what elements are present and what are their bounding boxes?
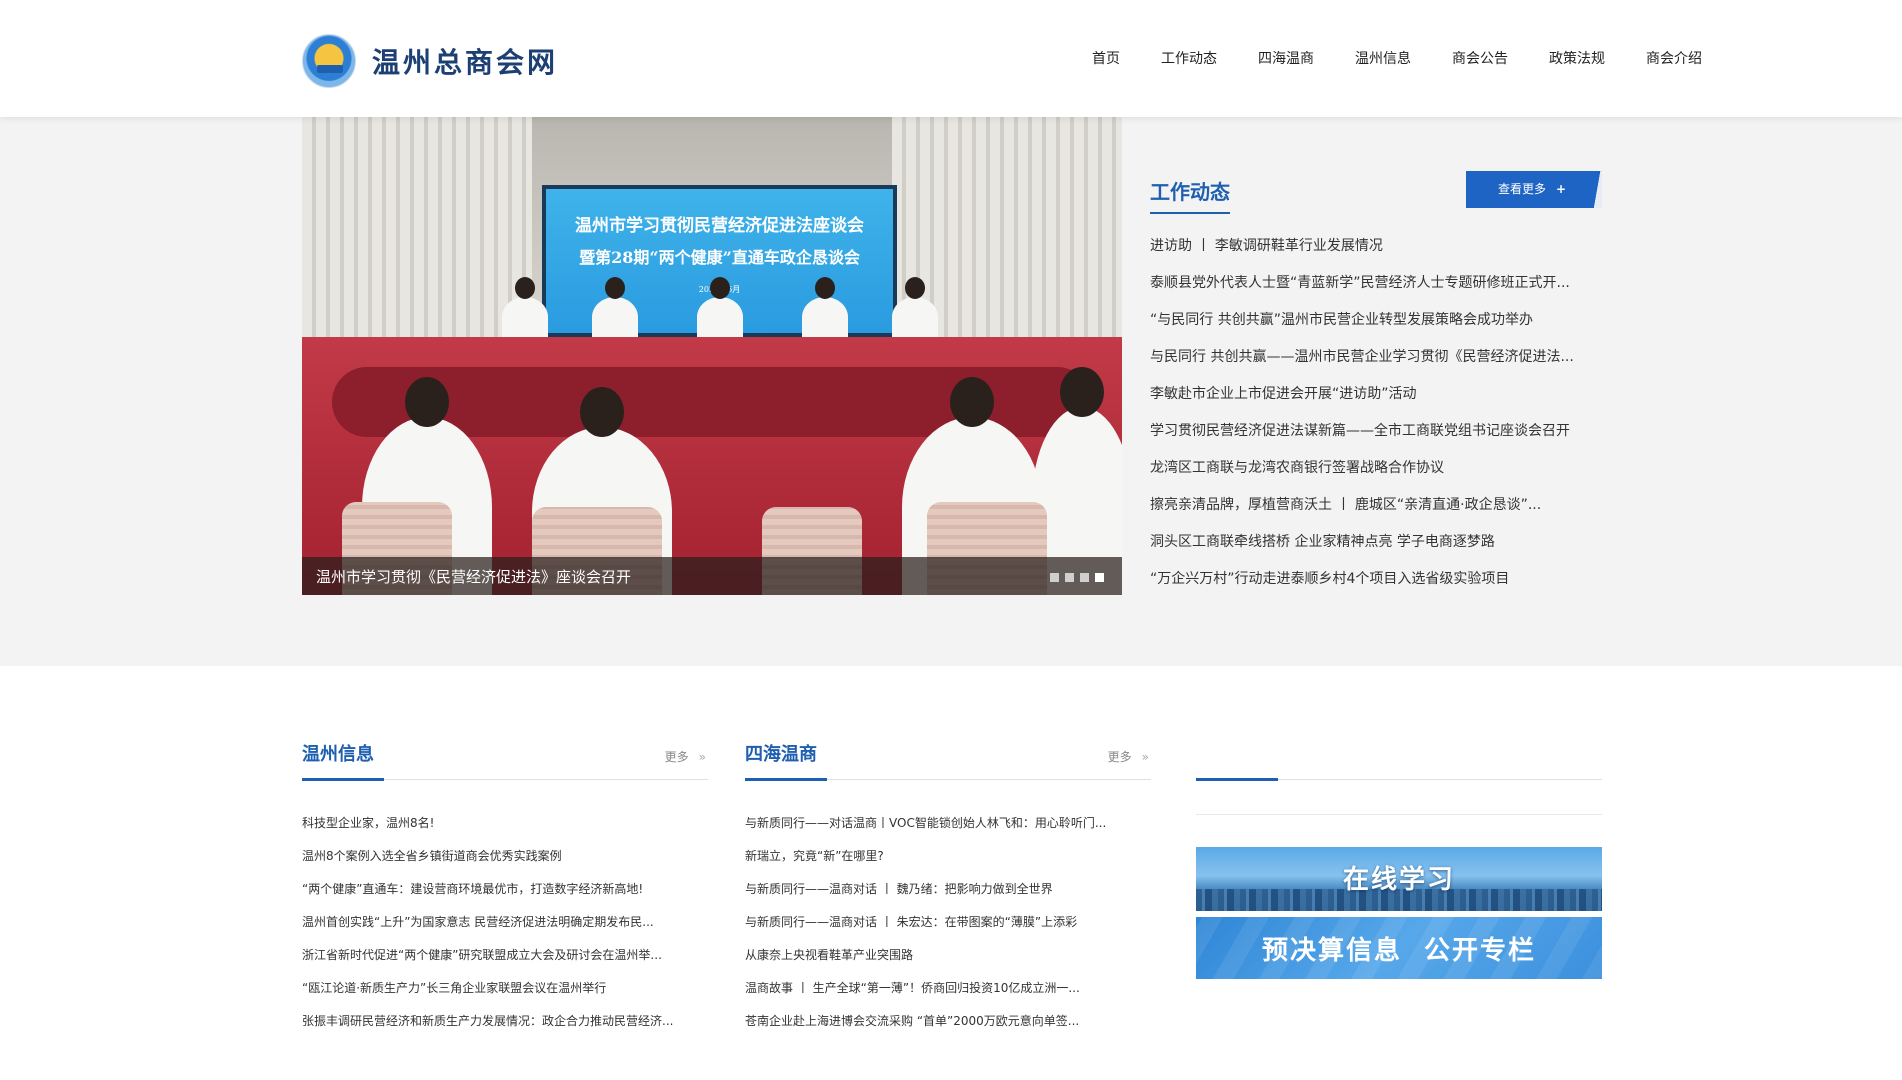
- work-news-title-underline: [1150, 212, 1230, 214]
- plus-icon: +: [1556, 182, 1567, 196]
- list-item[interactable]: 与新质同行——温商对话 丨 魏乃绪：把影响力做到全世界: [745, 880, 1151, 913]
- nav-policies[interactable]: 政策法规: [1549, 48, 1605, 68]
- list-item[interactable]: “两个健康”直通车：建设营商环境最优市，打造数字经济新高地!: [302, 880, 708, 913]
- sihai-title[interactable]: 四海温商: [745, 740, 817, 766]
- list-item[interactable]: 与民同行 共创共赢——温州市民营企业学习贯彻《民营经济促进法...: [1150, 346, 1602, 383]
- work-news-more-label: 查看更多: [1498, 182, 1547, 196]
- list-item[interactable]: 张振丰调研民营经济和新质生产力发展情况：政企合力推动民营经济...: [302, 1012, 708, 1045]
- online-learning-banner[interactable]: 在线学习: [1196, 847, 1602, 911]
- news-slider[interactable]: 温州市学习贯彻民营经济促进法座谈会 暨第28期“两个健康”直通车政企恳谈会 20…: [302, 117, 1122, 595]
- list-item[interactable]: 温商故事 丨 生产全球“第一薄”！侨商回归投资10亿成立洲一...: [745, 979, 1151, 1012]
- list-item[interactable]: “与民同行 共创共赢”温州市民营企业转型发展策略会成功举办: [1150, 309, 1602, 346]
- side-panel: 在线学习 预决算信息 公开专栏: [1196, 738, 1602, 979]
- wenzhou-info-more-link[interactable]: 更多»: [665, 748, 706, 765]
- list-item[interactable]: 与新质同行——温商对话 丨 朱宏达：在带图案的“薄膜”上添彩: [745, 913, 1151, 946]
- nav-announcements[interactable]: 商会公告: [1452, 48, 1508, 68]
- sihai-panel: 四海温商 更多» 与新质同行——对话温商丨VOC智能锁创始人林飞和：用心聆听门.…: [745, 738, 1151, 1045]
- wenzhou-info-title[interactable]: 温州信息: [302, 740, 374, 766]
- online-learning-label: 在线学习: [1342, 865, 1455, 895]
- list-item[interactable]: 洞头区工商联牵线搭桥 企业家精神点亮 学子电商逐梦路: [1150, 531, 1602, 568]
- list-item[interactable]: 科技型企业家，温州8名!: [302, 814, 708, 847]
- site-logo[interactable]: 温州总商会网: [302, 34, 558, 88]
- work-news-list: 进访助 丨 李敏调研鞋革行业发展情况 泰顺县党外代表人士暨“青蓝新学”民营经济人…: [1150, 235, 1602, 605]
- sihai-list: 与新质同行——对话温商丨VOC智能锁创始人林飞和：用心聆听门... 新瑞立，究竟…: [745, 814, 1151, 1045]
- side-tab-active-bar: [1196, 778, 1278, 781]
- list-item[interactable]: 与新质同行——对话温商丨VOC智能锁创始人林飞和：用心聆听门...: [745, 814, 1151, 847]
- slide-caption[interactable]: 温州市学习贯彻《民营经济促进法》座谈会召开: [316, 566, 631, 587]
- wenzhou-info-panel: 温州信息 更多» 科技型企业家，温州8名! 温州8个案例入选全省乡镇街道商会优秀…: [302, 738, 708, 1045]
- chamber-emblem-icon: [302, 34, 356, 88]
- list-item[interactable]: 学习贯彻民营经济促进法谋新篇——全市工商联党组书记座谈会召开: [1150, 420, 1602, 457]
- list-item[interactable]: 新瑞立，究竟“新”在哪里?: [745, 847, 1151, 880]
- budget-disclosure-label: 预决算信息 公开专栏: [1261, 936, 1537, 966]
- screen-title-line2: 暨第28期“两个健康”直通车政企恳谈会: [579, 248, 860, 267]
- wenzhou-info-header: 温州信息 更多»: [302, 738, 708, 781]
- nav-home[interactable]: 首页: [1092, 48, 1120, 68]
- slide-dot-3[interactable]: [1080, 573, 1089, 582]
- nav-sihai[interactable]: 四海温商: [1258, 48, 1314, 68]
- list-item[interactable]: 浙江省新时代促进“两个健康”研究联盟成立大会及研讨会在温州举...: [302, 946, 708, 979]
- work-news-more-button[interactable]: 查看更多 +: [1466, 171, 1602, 208]
- screen-title-line1: 温州市学习贯彻民营经济促进法座谈会: [575, 216, 864, 236]
- sihai-header: 四海温商 更多»: [745, 738, 1151, 781]
- site-logo-text: 温州总商会网: [372, 46, 559, 79]
- side-tab-strip: [1196, 738, 1602, 781]
- nav-wenzhou-info[interactable]: 温州信息: [1355, 48, 1411, 68]
- list-item[interactable]: “瓯江论道·新质生产力”长三角企业家联盟会议在温州举行: [302, 979, 708, 1012]
- list-item[interactable]: 李敏赴市企业上市促进会开展“进访助”活动: [1150, 383, 1602, 420]
- list-item[interactable]: 进访助 丨 李敏调研鞋革行业发展情况: [1150, 235, 1602, 272]
- budget-disclosure-banner[interactable]: 预决算信息 公开专栏: [1196, 917, 1602, 979]
- list-item[interactable]: 温州8个案例入选全省乡镇街道商会优秀实践案例: [302, 847, 708, 880]
- slide-dot-2[interactable]: [1065, 573, 1074, 582]
- list-item[interactable]: 泰顺县党外代表人士暨“青蓝新学”民营经济人士专题研修班正式开...: [1150, 272, 1602, 309]
- list-item[interactable]: 从康奈上央视看鞋革产业突围路: [745, 946, 1151, 979]
- slide-caption-bar: 温州市学习贯彻《民营经济促进法》座谈会召开: [302, 557, 1122, 595]
- slide-dot-4[interactable]: [1095, 573, 1104, 582]
- list-item[interactable]: 擦亮亲清品牌，厚植营商沃土 丨 鹿城区“亲清直通·政企恳谈”...: [1150, 494, 1602, 531]
- slide-indicators: [1050, 573, 1104, 582]
- main-nav: 首页 工作动态 四海温商 温州信息 商会公告 政策法规 商会介绍: [1092, 48, 1702, 68]
- list-item[interactable]: 龙湾区工商联与龙湾农商银行签署战略合作协议: [1150, 457, 1602, 494]
- list-item[interactable]: “万企兴万村”行动走进泰顺乡村4个项目入选省级实验项目: [1150, 568, 1602, 605]
- nav-about[interactable]: 商会介绍: [1646, 48, 1702, 68]
- site-header: 温州总商会网 首页 工作动态 四海温商 温州信息 商会公告 政策法规 商会介绍: [0, 0, 1902, 117]
- nav-work-news[interactable]: 工作动态: [1161, 48, 1217, 68]
- double-chevron-right-icon: »: [698, 750, 706, 764]
- work-news-title[interactable]: 工作动态: [1150, 176, 1230, 205]
- list-item[interactable]: 温州首创实践“上升”为国家意志 民营经济促进法明确定期发布民...: [302, 913, 708, 946]
- sihai-more-link[interactable]: 更多»: [1108, 748, 1149, 765]
- slide-dot-1[interactable]: [1050, 573, 1059, 582]
- wenzhou-info-list: 科技型企业家，温州8名! 温州8个案例入选全省乡镇街道商会优秀实践案例 “两个健…: [302, 814, 708, 1045]
- double-chevron-right-icon: »: [1141, 750, 1149, 764]
- list-item[interactable]: 苍南企业赴上海进博会交流采购 “首单”2000万欧元意向单签...: [745, 1012, 1151, 1045]
